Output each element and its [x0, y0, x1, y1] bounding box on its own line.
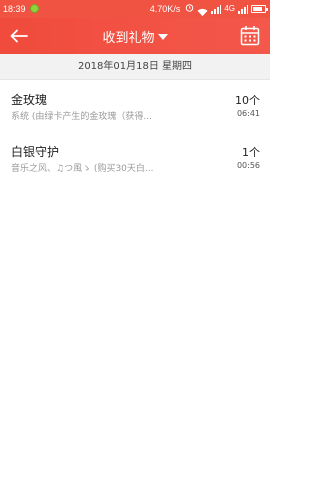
gift-time: 06:41: [236, 109, 260, 118]
calendar-button[interactable]: [240, 25, 260, 47]
back-button[interactable]: [8, 24, 30, 48]
signal-icon-secondary: [238, 4, 248, 14]
status-bar: 18:39 4.70K/s 4G: [0, 0, 270, 18]
status-indicators: 4.70K/s 4G: [149, 0, 268, 18]
gift-name: 金玫瑰: [11, 93, 48, 107]
battery-icon: [251, 5, 268, 13]
gift-list: 金玫瑰 系统 (由绿卡产生的金玫瑰（获得... 10个 06:41 白银守护 音…: [0, 80, 270, 184]
alarm-icon: [185, 0, 194, 18]
gift-description: 音乐之风、♫つ風ゝ (购买30天白...: [11, 164, 154, 174]
app-bar: 收到礼物: [0, 18, 270, 54]
app-notification-icon: [30, 4, 39, 13]
network-type: 4G: [224, 4, 235, 13]
wifi-icon: [197, 5, 208, 16]
network-speed: 4.70K/s: [149, 4, 181, 14]
screen: 18:39 4.70K/s 4G 收到礼物 2018年01月18日 星期四 金玫…: [0, 0, 270, 480]
title-dropdown[interactable]: 收到礼物: [0, 18, 270, 54]
gift-description: 系统 (由绿卡产生的金玫瑰（获得...: [11, 112, 152, 122]
status-time: 18:39: [3, 4, 26, 14]
chevron-down-icon: [157, 33, 168, 40]
battery-level: [253, 7, 262, 11]
page-title: 收到礼物: [102, 30, 155, 46]
date-label: 2018年01月18日 星期四: [77, 61, 193, 72]
gift-count: 1个: [242, 146, 260, 159]
list-item[interactable]: 白银守护 音乐之风、♫つ風ゝ (购买30天白... 1个 00:56: [0, 132, 270, 184]
calendar-icon: [240, 26, 260, 46]
gift-count: 10个: [235, 94, 260, 107]
back-arrow-icon: [10, 29, 28, 43]
gift-name: 白银守护: [11, 145, 60, 159]
list-item[interactable]: 金玫瑰 系统 (由绿卡产生的金玫瑰（获得... 10个 06:41: [0, 80, 270, 132]
signal-icon: [211, 4, 222, 14]
date-header: 2018年01月18日 星期四: [0, 54, 270, 80]
gift-time: 00:56: [236, 161, 260, 170]
